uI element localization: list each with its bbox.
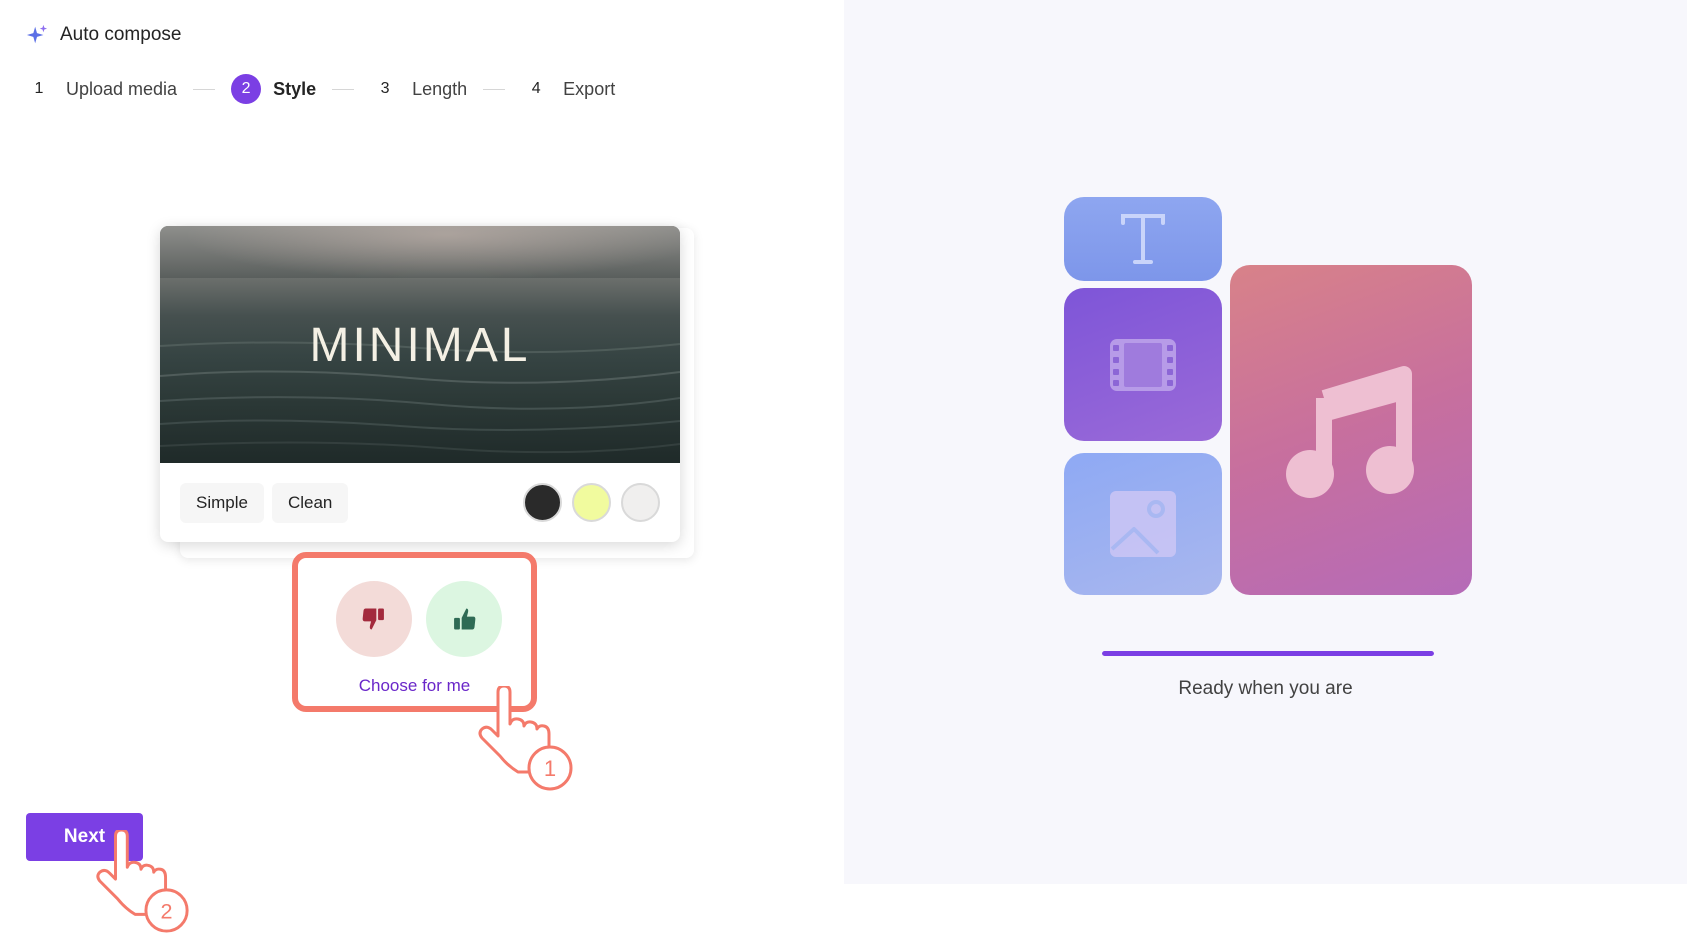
music-tile — [1230, 265, 1472, 595]
like-button[interactable] — [426, 581, 502, 657]
color-swatch[interactable] — [523, 483, 562, 522]
image-tile — [1064, 453, 1222, 595]
video-tile — [1064, 288, 1222, 441]
dislike-button[interactable] — [336, 581, 412, 657]
auto-compose-dialog: Auto compose 1 Upload media 2 Style 3 Le… — [0, 0, 1687, 937]
step-label: Upload media — [66, 78, 178, 99]
step-divider — [483, 88, 506, 90]
step-label: Length — [412, 78, 468, 99]
progress-fill — [1102, 651, 1434, 656]
style-card[interactable]: MINIMAL Simple Clean — [160, 226, 680, 542]
step-style[interactable]: 2 Style — [231, 74, 316, 104]
color-swatch[interactable] — [572, 483, 611, 522]
style-card-footer: Simple Clean — [160, 463, 680, 542]
stepper: 1 Upload media 2 Style 3 Length 4 Export — [24, 74, 615, 104]
style-tag: Clean — [271, 482, 349, 523]
preview-panel: Ready when you are — [844, 0, 1687, 884]
step-number: 3 — [370, 74, 401, 104]
step-number: 2 — [231, 74, 262, 104]
step-number: 4 — [521, 74, 552, 104]
style-preview-title: MINIMAL — [309, 319, 531, 372]
hand-pointer-icon: 2 — [96, 830, 189, 933]
step-export[interactable]: 4 Export — [521, 74, 615, 104]
film-icon — [1110, 338, 1176, 391]
step-divider — [332, 88, 355, 90]
text-icon — [1121, 214, 1165, 264]
step-length[interactable]: 3 Length — [370, 74, 467, 104]
annotation-number: 2 — [161, 898, 173, 923]
step-label: Export — [563, 78, 616, 99]
style-preview-image: MINIMAL — [160, 226, 680, 463]
step-label: Style — [273, 78, 317, 99]
thumbs-down-icon — [362, 608, 384, 630]
status-text: Ready when you are — [1178, 678, 1353, 699]
color-swatch[interactable] — [621, 483, 660, 522]
hand-pointer-icon: 1 — [478, 686, 573, 791]
progress-bar — [1102, 651, 1434, 656]
color-swatches — [523, 483, 660, 522]
annotation-number: 1 — [544, 756, 556, 781]
text-tile — [1064, 197, 1222, 281]
step-divider — [193, 88, 216, 90]
dialog-header: Auto compose — [26, 24, 181, 46]
dialog-title: Auto compose — [60, 24, 182, 45]
step-upload-media[interactable]: 1 Upload media — [24, 74, 177, 104]
style-tag: Simple — [180, 482, 264, 523]
thumbs-up-icon — [454, 608, 476, 630]
image-icon — [1110, 491, 1176, 557]
music-note-icon — [1286, 366, 1414, 498]
sparkle-icon — [26, 24, 48, 44]
step-number: 1 — [24, 74, 54, 104]
